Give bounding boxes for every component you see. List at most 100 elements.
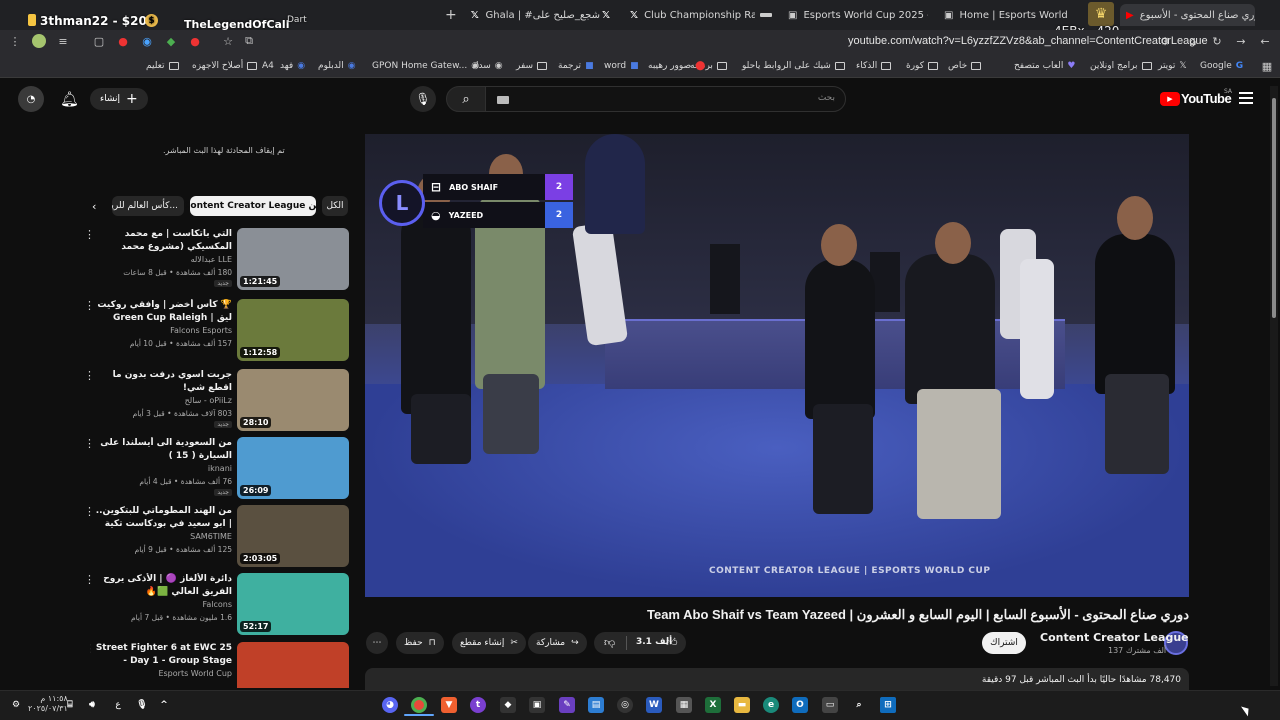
discord-icon[interactable]: ◕ xyxy=(382,697,398,713)
recommendation-item[interactable]: Street Fighter 6 at EWC 25 - Day 1 - Gro… xyxy=(90,642,352,688)
extension-icon[interactable]: ◉ xyxy=(140,34,154,48)
bookmark-twitter[interactable]: تويتر 𝕏 xyxy=(1158,61,1187,71)
bookmark-star-icon[interactable]: ☆ xyxy=(221,34,235,48)
save-button[interactable]: حفظ ⊓ xyxy=(396,632,444,654)
recommendation-title[interactable]: من الهند المطوماتي للبتكوين.. | ابو سعيد… xyxy=(92,505,232,531)
all-bookmarks-icon[interactable]: ▦ xyxy=(1260,59,1274,73)
chip-all[interactable]: الكل xyxy=(322,196,348,216)
recommendation-item[interactable]: 28:10 جربت اسوي درفت بدون ما اقطع شي! سالح… xyxy=(84,369,352,433)
more-vertical-icon[interactable]: ⋮ xyxy=(84,228,95,241)
store-icon[interactable]: ▣ xyxy=(529,697,545,713)
pen-app-icon[interactable]: ✎ xyxy=(559,697,575,713)
keyboard-icon[interactable] xyxy=(497,96,509,104)
recommendation-channel[interactable]: Falcons Esports xyxy=(170,326,232,335)
bookmark-word[interactable]: word ■ xyxy=(604,61,639,71)
recommendation-channel[interactable]: Falcons xyxy=(202,600,232,609)
task-view-icon[interactable]: ▭ xyxy=(822,697,838,713)
search-taskbar-icon[interactable]: ⌕ xyxy=(851,697,867,713)
share-icon[interactable]: ⧉ xyxy=(242,34,256,48)
recommendation-channel[interactable]: Esports World Cup xyxy=(158,669,232,678)
brave-icon[interactable]: ▼ xyxy=(441,697,457,713)
video-thumbnail[interactable]: 1:12:58 xyxy=(237,299,349,361)
profile-avatar[interactable] xyxy=(32,34,46,48)
excel-icon[interactable]: X xyxy=(705,697,721,713)
more-actions-button[interactable]: ⋯ xyxy=(366,632,388,654)
downloads-icon[interactable]: ≡ xyxy=(56,34,70,48)
address-bar[interactable]: youtube.com/watch?v=L6yzzfZZVz8&ab_chann… xyxy=(848,35,1208,47)
notifications-bell-icon[interactable]: 🔔︎ xyxy=(60,90,79,108)
back-icon[interactable]: ← xyxy=(1258,34,1272,48)
bookmark-folder[interactable]: برامج اونلاين xyxy=(1090,61,1152,71)
chip-ewc[interactable]: كأس العالم للرياضات... xyxy=(112,196,184,216)
bookmark-folder[interactable]: خاص xyxy=(948,61,982,71)
settings-gear-icon[interactable]: ⚙ xyxy=(8,697,24,713)
word-icon[interactable]: W xyxy=(646,697,662,713)
bookmark-folder[interactable]: A4 xyxy=(262,61,274,71)
app-icon[interactable]: ◎ xyxy=(617,697,633,713)
edge-icon[interactable]: e xyxy=(763,697,779,713)
more-vertical-icon[interactable]: ⋮ xyxy=(84,573,95,586)
video-thumbnail[interactable]: 1:21:45 xyxy=(237,228,349,290)
recommendation-title[interactable]: دائرة الألغاز 🟣 | الأذكى يروح الفريق الع… xyxy=(92,573,232,599)
bookmark-folder[interactable]: أصلاح الاجهزه xyxy=(192,61,258,71)
volume-icon[interactable]: 🔊︎ xyxy=(84,697,100,713)
share-button[interactable]: مشاركة ↪ xyxy=(528,632,587,654)
recommendation-channel[interactable]: SAM6TIME xyxy=(190,532,232,541)
recommendation-channel[interactable]: سالح - oPiiLz xyxy=(185,396,232,405)
more-vertical-icon[interactable]: ⋮ xyxy=(90,642,95,655)
subscribe-button[interactable]: اشتراك xyxy=(982,632,1026,654)
search-button[interactable]: ⌕ xyxy=(446,86,486,112)
account-avatar[interactable]: ◔ xyxy=(18,86,44,112)
youtube-logo-icon[interactable]: ▶ xyxy=(1160,92,1180,106)
clip-button[interactable]: إنشاء مقطع ✂ xyxy=(452,632,526,654)
search-input[interactable]: بحث xyxy=(484,86,846,112)
taskbar-clock[interactable]: ١١:٥٨ م ٢٠٢٥/٠٧/٣١ xyxy=(28,694,68,714)
bookmark-folder[interactable]: الدبلوم ◉ xyxy=(318,61,356,71)
dislike-icon[interactable]: 👎︎ xyxy=(604,636,615,649)
language-indicator[interactable]: ع xyxy=(110,697,126,713)
microphone-tray-icon[interactable]: 🎙 xyxy=(134,697,150,713)
recommendation-channel[interactable]: iknani xyxy=(208,464,232,473)
hamburger-menu-icon[interactable] xyxy=(1239,92,1253,104)
recommendation-item[interactable]: 1:21:45 التي باتكاست | مع محمد المكسيكي (… xyxy=(84,228,352,292)
reload-icon[interactable]: ↻ xyxy=(1210,34,1224,48)
extension-icon[interactable]: ● xyxy=(116,34,130,48)
calculator-icon[interactable]: ▦ xyxy=(676,697,692,713)
extension-icon[interactable]: ◆ xyxy=(164,34,178,48)
create-button[interactable]: إنشاء + xyxy=(90,88,148,110)
video-thumbnail[interactable]: 28:10 xyxy=(237,369,349,431)
recommendation-title[interactable]: التي باتكاست | مع محمد المكسيكي (مشروع م… xyxy=(92,228,232,254)
notepad-icon[interactable]: ▤ xyxy=(588,697,604,713)
bookmark-folder[interactable]: GPON Home Gatew... ◉ xyxy=(372,61,479,71)
bookmark-folder[interactable]: فهد ◉ xyxy=(280,61,305,71)
bookmark-folder[interactable]: شيك على الروابط ياحلو xyxy=(742,61,845,71)
chips-scroll-left-icon[interactable]: ‹ xyxy=(92,200,96,213)
tab-1[interactable]: 𝕏 xyxy=(600,4,618,26)
more-vertical-icon[interactable]: ⋮ xyxy=(84,299,95,312)
bookmark-folder[interactable]: صوور رهيبه ⬤ xyxy=(648,61,705,71)
bookmark-folder[interactable]: كورة xyxy=(906,61,938,71)
file-explorer-icon[interactable]: ▬ xyxy=(734,697,750,713)
game-controller-icon[interactable]: ◆ xyxy=(500,697,516,713)
recommendation-channel[interactable]: عبدالاله LLE xyxy=(191,255,232,264)
bookmark-folder[interactable]: العاب متصفح ♥ xyxy=(1014,61,1075,71)
recommendation-title[interactable]: Street Fighter 6 at EWC 25 - Day 1 - Gro… xyxy=(92,642,232,668)
forward-icon[interactable]: → xyxy=(1234,34,1248,48)
channel-name[interactable]: Content Creator League xyxy=(1040,631,1189,644)
tab-0[interactable]: 𝕏 Ghala | #شجع_صليح على xyxy=(470,4,600,26)
start-windows-icon[interactable]: ⊞ xyxy=(880,697,896,713)
new-tab-button[interactable]: + xyxy=(445,4,457,26)
twitch-icon[interactable]: t xyxy=(470,697,486,713)
recommendation-title[interactable]: جربت اسوي درفت بدون ما اقطع شي! xyxy=(92,369,232,395)
scrollbar-thumb[interactable] xyxy=(1272,98,1276,318)
extensions-puzzle-icon[interactable]: ▢ xyxy=(92,34,106,48)
bookmark-folder[interactable]: ترجمة ■ xyxy=(558,61,594,71)
more-vertical-icon[interactable]: ⋮ xyxy=(84,505,95,518)
video-thumbnail[interactable] xyxy=(237,642,349,688)
tab-2[interactable]: 𝕏 Club Championship Ranking xyxy=(630,4,755,26)
chrome-icon[interactable] xyxy=(411,697,427,713)
recommendation-item[interactable]: 52:17 دائرة الألغاز 🟣 | الأذكى يروح الفري… xyxy=(84,573,352,637)
bookmark-google[interactable]: Google G xyxy=(1200,61,1243,71)
voice-search-button[interactable]: 🎙 xyxy=(410,86,436,112)
recommendation-title[interactable]: من السعودية الى أيسلندا على السيارة ( 15… xyxy=(92,437,232,463)
